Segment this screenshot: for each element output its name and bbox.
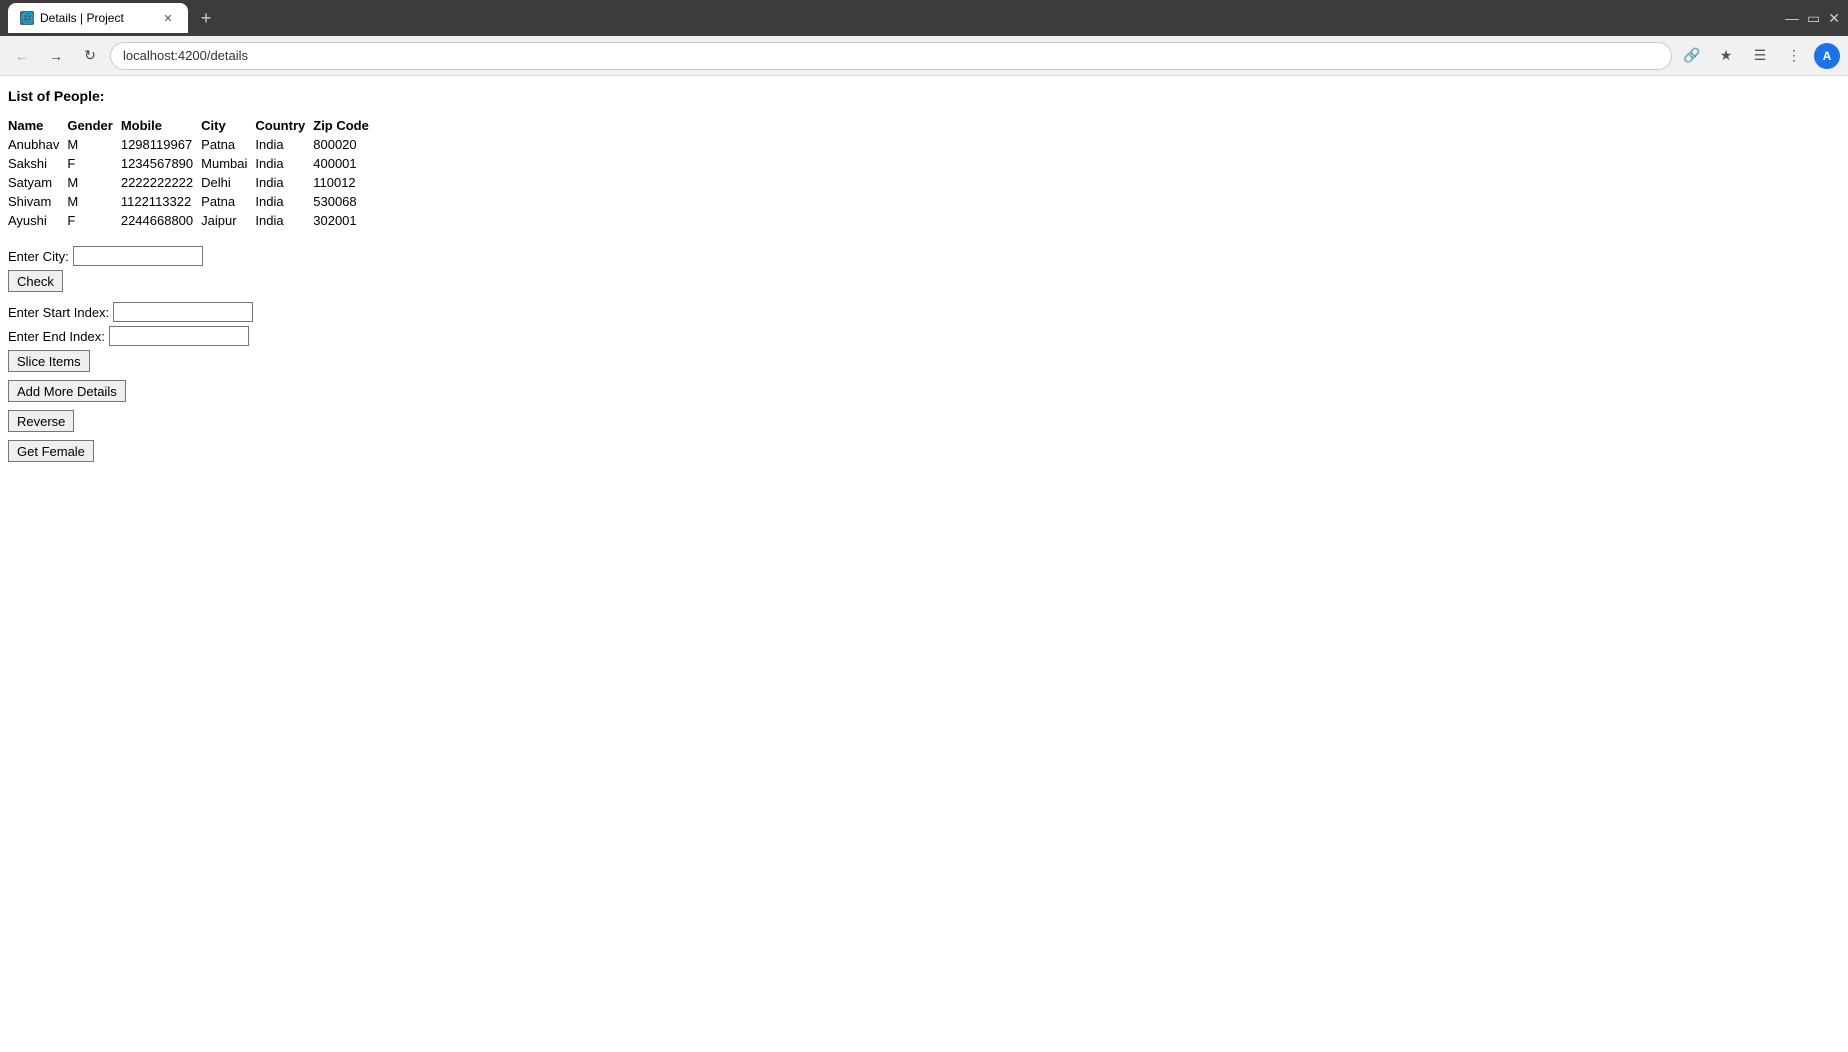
active-tab[interactable]: 🌐 Details | Project ✕ <box>8 3 188 33</box>
get-female-button[interactable]: Get Female <box>8 440 94 462</box>
browser-chrome: 🌐 Details | Project ✕ + — ▭ ✕ ← → ↻ loca… <box>0 0 1848 76</box>
address-text: localhost:4200/details <box>123 48 248 63</box>
start-index-label: Enter Start Index: <box>8 305 109 320</box>
table-cell: Patna <box>201 192 255 211</box>
minimize-button[interactable]: — <box>1785 10 1799 26</box>
add-more-wrapper: Add More Details <box>8 380 1840 402</box>
get-female-wrapper: Get Female <box>8 440 1840 462</box>
share-icon[interactable]: 🔗 <box>1678 42 1706 70</box>
end-index-label: Enter End Index: <box>8 329 105 344</box>
start-index-group: Enter Start Index: <box>8 302 1840 322</box>
col-header-city: City <box>201 116 255 135</box>
table-cell: Anubhav <box>8 135 67 154</box>
table-cell: F <box>67 211 121 230</box>
tab-bar: 🌐 Details | Project ✕ + — ▭ ✕ <box>0 0 1848 36</box>
slice-button-wrapper: Slice Items <box>8 350 1840 372</box>
slice-items-button[interactable]: Slice Items <box>8 350 90 372</box>
table-cell: India <box>255 135 313 154</box>
start-index-input[interactable] <box>113 302 253 322</box>
col-header-gender: Gender <box>67 116 121 135</box>
reverse-wrapper: Reverse <box>8 410 1840 432</box>
close-window-button[interactable]: ✕ <box>1828 10 1840 27</box>
table-cell: M <box>67 192 121 211</box>
user-avatar[interactable]: A <box>1814 43 1840 69</box>
table-cell: Patna <box>201 135 255 154</box>
reverse-button[interactable]: Reverse <box>8 410 74 432</box>
table-row: ShivamM1122113322PatnaIndia530068 <box>8 192 377 211</box>
bookmark-icon[interactable]: ★ <box>1712 42 1740 70</box>
table-cell: M <box>67 173 121 192</box>
page-title: List of People: <box>8 88 1840 104</box>
check-button-wrapper: Check <box>8 270 1840 292</box>
table-cell: 1234567890 <box>121 154 201 173</box>
new-tab-button[interactable]: + <box>192 4 220 32</box>
tab-favicon-icon: 🌐 <box>20 11 34 25</box>
table-cell: Sakshi <box>8 154 67 173</box>
city-form-group: Enter City: <box>8 246 1840 266</box>
table-cell: Mumbai <box>201 154 255 173</box>
col-header-zipcode: Zip Code <box>313 116 377 135</box>
table-cell: Satyam <box>8 173 67 192</box>
address-bar[interactable]: localhost:4200/details <box>110 42 1672 70</box>
menu-icon[interactable]: ⋮ <box>1780 42 1808 70</box>
table-cell: F <box>67 154 121 173</box>
forward-button[interactable]: → <box>42 42 70 70</box>
table-cell: 400001 <box>313 154 377 173</box>
table-cell: 800020 <box>313 135 377 154</box>
table-cell: India <box>255 211 313 230</box>
reload-button[interactable]: ↻ <box>76 42 104 70</box>
table-cell: India <box>255 154 313 173</box>
restore-button[interactable]: ▭ <box>1807 10 1820 27</box>
col-header-mobile: Mobile <box>121 116 201 135</box>
table-cell: Jaipur <box>201 211 255 230</box>
table-cell: 110012 <box>313 173 377 192</box>
end-index-group: Enter End Index: <box>8 326 1840 346</box>
check-button[interactable]: Check <box>8 270 63 292</box>
table-row: AnubhavM1298119967PatnaIndia800020 <box>8 135 377 154</box>
table-cell: Delhi <box>201 173 255 192</box>
city-input[interactable] <box>73 246 203 266</box>
table-cell: 2222222222 <box>121 173 201 192</box>
table-row: SatyamM2222222222DelhiIndia110012 <box>8 173 377 192</box>
table-row: SakshiF1234567890MumbaiIndia400001 <box>8 154 377 173</box>
table-header-row: Name Gender Mobile City Country Zip Code <box>8 116 377 135</box>
table-cell: M <box>67 135 121 154</box>
end-index-input[interactable] <box>109 326 249 346</box>
table-row: AyushiF2244668800JaipurIndia302001 <box>8 211 377 230</box>
table-cell: 2244668800 <box>121 211 201 230</box>
nav-bar: ← → ↻ localhost:4200/details 🔗 ★ ☰ ⋮ A <box>0 36 1848 76</box>
tab-bar-controls: — ▭ ✕ <box>1785 10 1840 27</box>
col-header-name: Name <box>8 116 67 135</box>
tab-title: Details | Project <box>40 11 124 25</box>
add-more-button[interactable]: Add More Details <box>8 380 126 402</box>
table-cell: India <box>255 173 313 192</box>
table-cell: 530068 <box>313 192 377 211</box>
table-cell: Ayushi <box>8 211 67 230</box>
people-table: Name Gender Mobile City Country Zip Code… <box>8 116 377 230</box>
table-cell: Shivam <box>8 192 67 211</box>
table-cell: 1122113322 <box>121 192 201 211</box>
back-button[interactable]: ← <box>8 42 36 70</box>
page-content: List of People: Name Gender Mobile City … <box>0 76 1848 474</box>
slice-form-section: Enter Start Index: Enter End Index: Slic… <box>8 302 1840 372</box>
table-cell: India <box>255 192 313 211</box>
col-header-country: Country <box>255 116 313 135</box>
city-label: Enter City: <box>8 249 69 264</box>
table-cell: 302001 <box>313 211 377 230</box>
table-cell: 1298119967 <box>121 135 201 154</box>
tab-close-button[interactable]: ✕ <box>160 10 176 26</box>
extensions-icon[interactable]: ☰ <box>1746 42 1774 70</box>
